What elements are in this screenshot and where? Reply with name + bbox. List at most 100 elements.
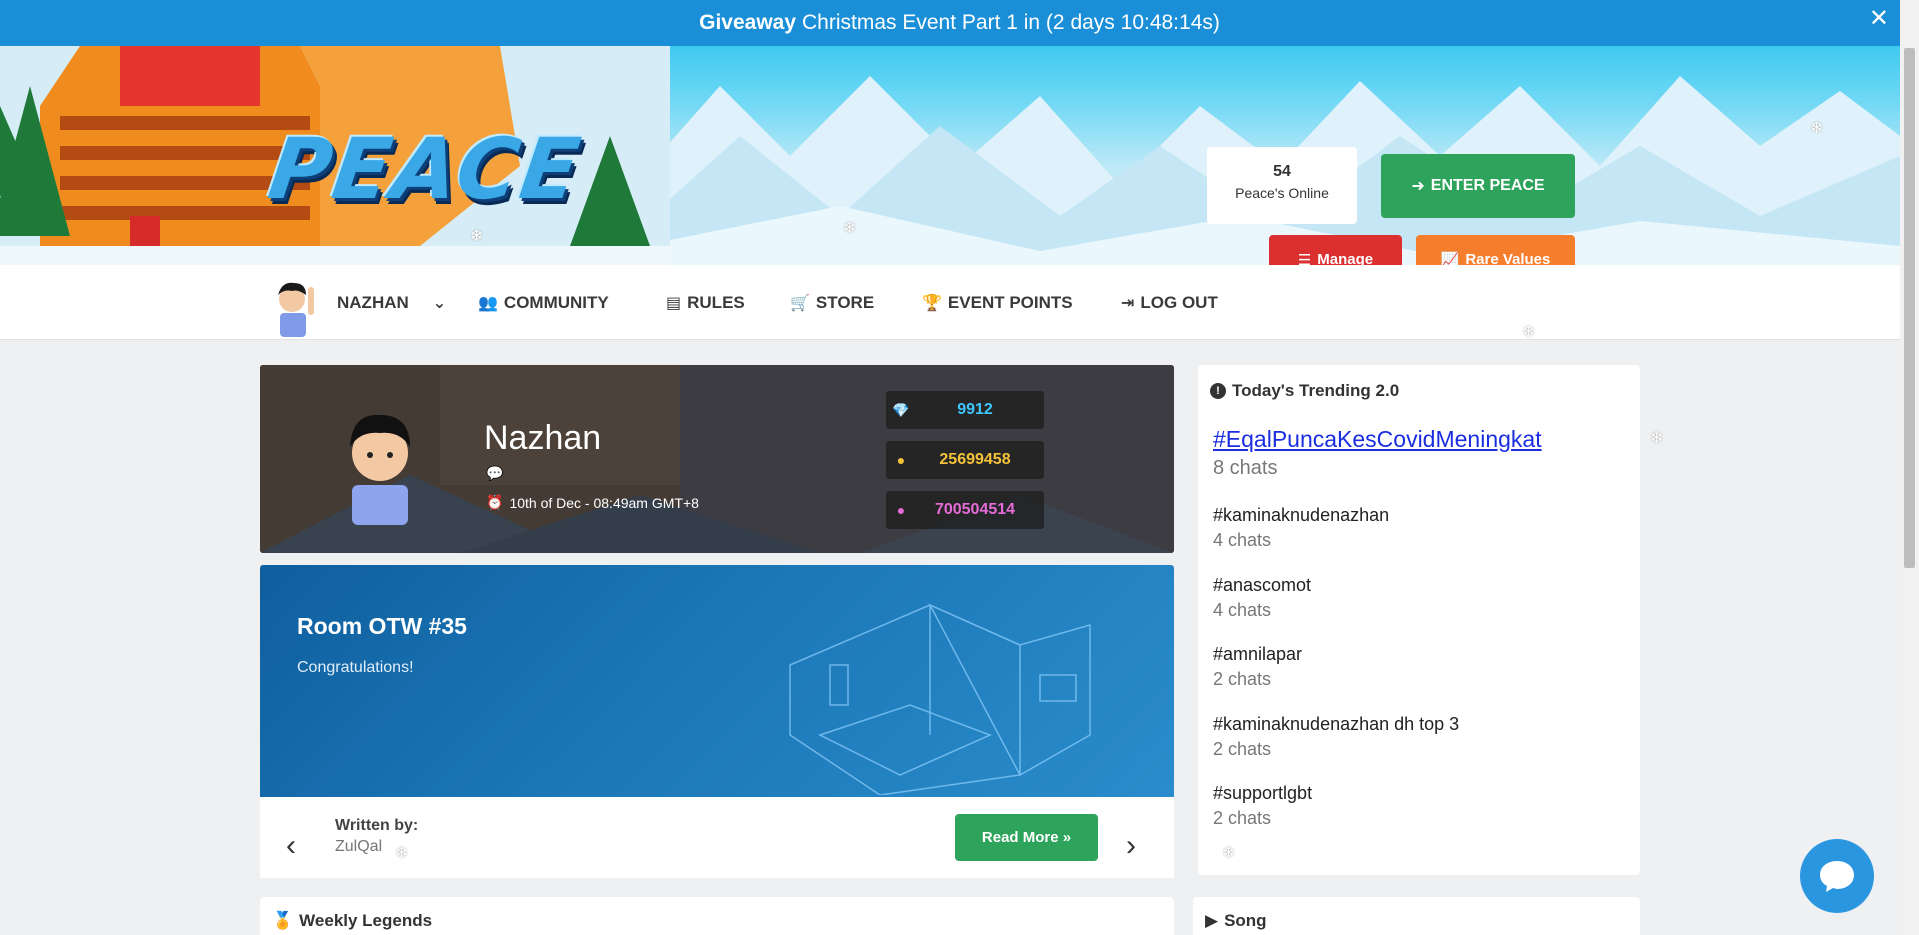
nav-event-points[interactable]: 🏆 EVENT POINTS (922, 293, 1073, 313)
trend-item: #EqalPuncaKesCovidMeningkat 8 chats (1213, 426, 1542, 480)
snowflake-icon: ❄ (395, 845, 409, 862)
online-label: Peace's Online (1235, 185, 1329, 201)
hotel-illustration: PEACE (0, 46, 670, 265)
coin-icon: ● (896, 452, 906, 468)
last-seen: ⏰ 10th of Dec - 08:49am GMT+8 (486, 494, 699, 511)
song-card: ▶ Song (1193, 897, 1640, 935)
snowflake-icon: ❄ (1650, 430, 1664, 447)
nav-event-points-label: EVENT POINTS (947, 293, 1073, 312)
weekly-legends-card: 🏅 Weekly Legends (260, 897, 1174, 935)
trend-tag[interactable]: #anascomot (1213, 575, 1311, 596)
online-count-box: 54 Peace's Online (1207, 147, 1357, 224)
trend-count: 2 chats (1213, 669, 1272, 689)
alarm-clock-icon: ⏰ (486, 494, 504, 510)
trend-item: #supportlgbt 2 chats (1213, 783, 1312, 829)
diamonds-value: 9912 (957, 401, 993, 418)
room-blueprint-illustration (789, 603, 1091, 795)
trend-count: 2 chats (1213, 808, 1272, 828)
trend-count: 4 chats (1213, 600, 1272, 620)
document-icon: ▤ (666, 295, 682, 312)
author-name[interactable]: ZulQal (335, 838, 382, 856)
banner-text: Christmas Event Part 1 in (2 days 10:48:… (802, 11, 1220, 34)
song-header: ▶ Song (1205, 911, 1267, 931)
trending-header: ! Today's Trending 2.0 (1210, 381, 1399, 401)
profile-card: Nazhan 💬 ⏰ 10th of Dec - 08:49am GMT+8 💎… (260, 365, 1174, 553)
nav-community[interactable]: 👥 COMMUNITY (478, 293, 609, 313)
close-icon[interactable]: ✕ (1869, 4, 1889, 33)
rare-values-button[interactable]: 📈 Rare Values (1416, 235, 1575, 265)
snowflake-icon: ❄ (1222, 845, 1236, 862)
peace-logo[interactable]: PEACE (263, 120, 587, 218)
chevron-right-icon[interactable]: › (1126, 829, 1136, 863)
chart-icon: 📈 (1440, 251, 1460, 266)
trend-count: 2 chats (1213, 739, 1272, 759)
weekly-legends-title: Weekly Legends (299, 911, 433, 930)
trend-tag[interactable]: #EqalPuncaKesCovidMeningkat (1213, 426, 1542, 453)
trend-tag[interactable]: #amnilapar (1213, 644, 1302, 665)
snowflake-icon: ❄ (470, 228, 484, 245)
logout-icon: ⇥ (1121, 295, 1135, 312)
enter-peace-button[interactable]: ➜ ENTER PEACE (1381, 154, 1575, 218)
written-by-label: Written by: (335, 817, 419, 834)
cart-icon: 🛒 (790, 295, 810, 312)
duckets-value: 700504514 (934, 501, 1016, 518)
credits-value: 25699458 (939, 451, 1011, 468)
trend-item: #kaminaknudenazhan 4 chats (1213, 505, 1389, 551)
room-otw-footer: ‹ Written by: ZulQal Read More » › (260, 797, 1174, 878)
read-more-button[interactable]: Read More » (955, 814, 1098, 861)
trend-item: #amnilapar 2 chats (1213, 644, 1302, 690)
trend-item: #kaminaknudenazhan dh top 3 2 chats (1213, 714, 1459, 760)
nav-store-label: STORE (815, 293, 875, 312)
trend-tag[interactable]: #kaminaknudenazhan (1213, 505, 1389, 526)
list-icon: ☰ (1297, 251, 1312, 266)
snowflake-icon: ❄ (843, 220, 857, 237)
banner-bold: Giveaway (699, 11, 797, 34)
nav-rules-label: RULES (687, 293, 745, 312)
trophy-icon: 🏆 (922, 295, 942, 312)
site-header: PEACE 54 Peace's Online ➜ ENTER PEACE ☰ … (0, 46, 1900, 265)
chevron-down-icon: ⌄ (432, 295, 447, 312)
snowflake-icon: ❄ (1522, 324, 1536, 341)
profile-avatar (350, 414, 410, 525)
room-otw-subtitle: Congratulations! (297, 659, 414, 676)
user-menu[interactable]: NAZHAN ⌄ (337, 293, 446, 313)
song-title: Song (1224, 911, 1267, 930)
weekly-legends-header: 🏅 Weekly Legends (272, 911, 432, 931)
nav-store[interactable]: 🛒 STORE (790, 293, 874, 313)
user-avatar[interactable] (268, 279, 320, 341)
trend-count: 4 chats (1213, 530, 1272, 550)
users-icon: 👥 (478, 295, 498, 312)
enter-label: ENTER PEACE (1430, 177, 1545, 194)
ducket-icon: ● (896, 502, 906, 518)
nav-logout-label: LOG OUT (1140, 293, 1218, 312)
nav-logout[interactable]: ⇥ LOG OUT (1121, 293, 1218, 313)
trend-tag[interactable]: #supportlgbt (1213, 783, 1312, 804)
profile-name: Nazhan (484, 419, 602, 457)
event-banner: Giveaway Christmas Event Part 1 in (2 da… (0, 0, 1919, 46)
chevron-left-icon[interactable]: ‹ (286, 829, 296, 863)
trending-title: Today's Trending 2.0 (1232, 381, 1400, 400)
nav-username: NAZHAN (337, 293, 409, 312)
duckets-stat: ● 700504514 (886, 491, 1044, 529)
room-otw-title: Room OTW #35 (297, 613, 467, 639)
nav-community-label: COMMUNITY (503, 293, 609, 312)
chat-bubble-icon (1820, 861, 1854, 892)
diamond-icon: 💎 (892, 401, 910, 418)
play-icon: ▶ (1205, 911, 1219, 930)
last-seen-text: 10th of Dec - 08:49am GMT+8 (509, 494, 699, 511)
trend-count: 8 chats (1213, 457, 1278, 479)
trend-item: #anascomot 4 chats (1213, 575, 1311, 621)
main-nav: NAZHAN ⌄ 👥 COMMUNITY ▤ RULES 🛒 STORE 🏆 E… (0, 265, 1900, 340)
trend-tag[interactable]: #kaminaknudenazhan dh top 3 (1213, 714, 1459, 735)
snowflake-icon: ❄ (1810, 120, 1824, 137)
sign-in-icon: ➜ (1411, 178, 1425, 195)
room-otw-card: Room OTW #35 Congratulations! (260, 565, 1174, 797)
chat-widget-button[interactable] (1800, 839, 1874, 913)
manage-button[interactable]: ☰ Manage (1269, 235, 1402, 265)
credits-stat: ● 25699458 (886, 441, 1044, 479)
scrollbar-thumb[interactable] (1904, 48, 1915, 568)
trending-panel: ! Today's Trending 2.0 #EqalPuncaKesCovi… (1198, 365, 1640, 875)
motto-icon: 💬 (486, 465, 504, 481)
nav-rules[interactable]: ▤ RULES (666, 293, 745, 313)
manage-label: Manage (1317, 251, 1374, 265)
